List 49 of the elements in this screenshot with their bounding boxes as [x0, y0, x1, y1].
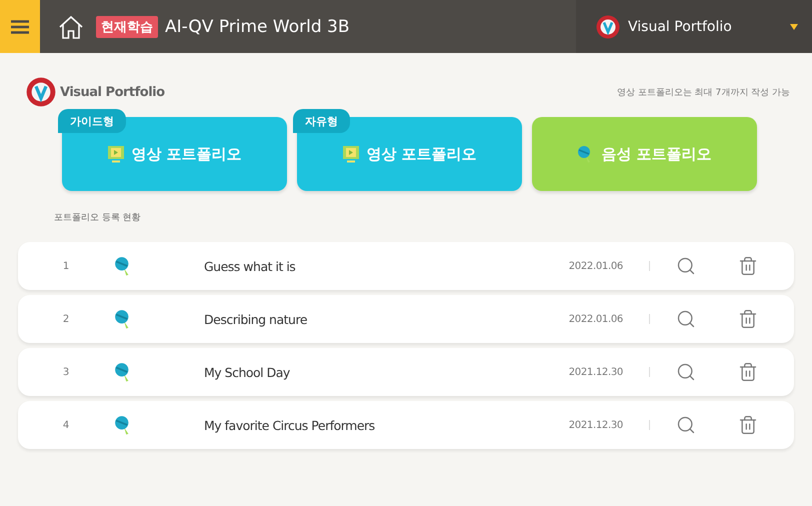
- view-button[interactable]: [676, 362, 696, 382]
- card-label: 영상 포트폴리오: [131, 144, 242, 164]
- delete-button[interactable]: [738, 256, 758, 276]
- search-icon: [676, 415, 696, 435]
- row-date: 2022.01.06: [568, 314, 623, 324]
- search-icon: [676, 256, 696, 276]
- row-date: 2021.12.30: [568, 420, 623, 430]
- trash-icon: [738, 256, 758, 276]
- home-icon: [58, 14, 84, 40]
- trash-icon: [738, 362, 758, 382]
- search-icon: [676, 362, 696, 382]
- row-number: 4: [62, 420, 70, 430]
- limit-note: 영상 포트폴리오는 최대 7개까지 작성 가능: [616, 86, 790, 98]
- film-icon: [342, 145, 360, 163]
- row-title: My School Day: [204, 364, 291, 380]
- delete-button[interactable]: [738, 362, 758, 382]
- search-icon: [676, 309, 696, 329]
- row-title: My favorite Circus Performers: [204, 418, 376, 432]
- view-button[interactable]: [676, 415, 696, 435]
- trash-icon: [738, 415, 758, 435]
- trash-icon: [738, 309, 758, 329]
- list-title: 포트폴리오 등록 현황: [54, 212, 142, 224]
- film-icon: [107, 145, 126, 163]
- row-title: Describing nature: [204, 312, 308, 326]
- v-seal-icon: [26, 77, 56, 107]
- course-title: AI-QV Prime World 3B: [165, 16, 350, 36]
- portfolio-create-button[interactable]: 음성 포트폴리오: [532, 117, 757, 191]
- row-date: 2021.12.30: [568, 366, 623, 378]
- card-label: 음성 포트폴리오: [601, 144, 712, 164]
- section-title: Visual Portfolio: [60, 84, 165, 100]
- view-button[interactable]: [676, 309, 696, 329]
- caret-icon: [790, 24, 798, 30]
- dropdown-label: Visual Portfolio: [628, 18, 733, 34]
- portfolio-dropdown[interactable]: Visual Portfolio: [576, 0, 812, 53]
- delete-button[interactable]: [738, 309, 758, 329]
- v-seal-icon: [596, 14, 620, 38]
- view-button[interactable]: [676, 256, 696, 276]
- card-label: 영상 포트폴리오: [366, 144, 477, 164]
- type-tag: 자유형: [293, 109, 350, 133]
- type-tag: 가이드형: [58, 109, 126, 133]
- menu-button[interactable]: [0, 0, 40, 53]
- current-badge: 현재학습: [96, 16, 158, 38]
- row-number: 3: [62, 366, 70, 378]
- row-title: Guess what it is: [204, 258, 296, 274]
- menu-icon: [11, 20, 29, 34]
- row-date: 2022.01.06: [568, 260, 623, 272]
- row-number: 1: [62, 260, 70, 272]
- delete-button[interactable]: [738, 415, 758, 435]
- row-number: 2: [62, 314, 70, 324]
